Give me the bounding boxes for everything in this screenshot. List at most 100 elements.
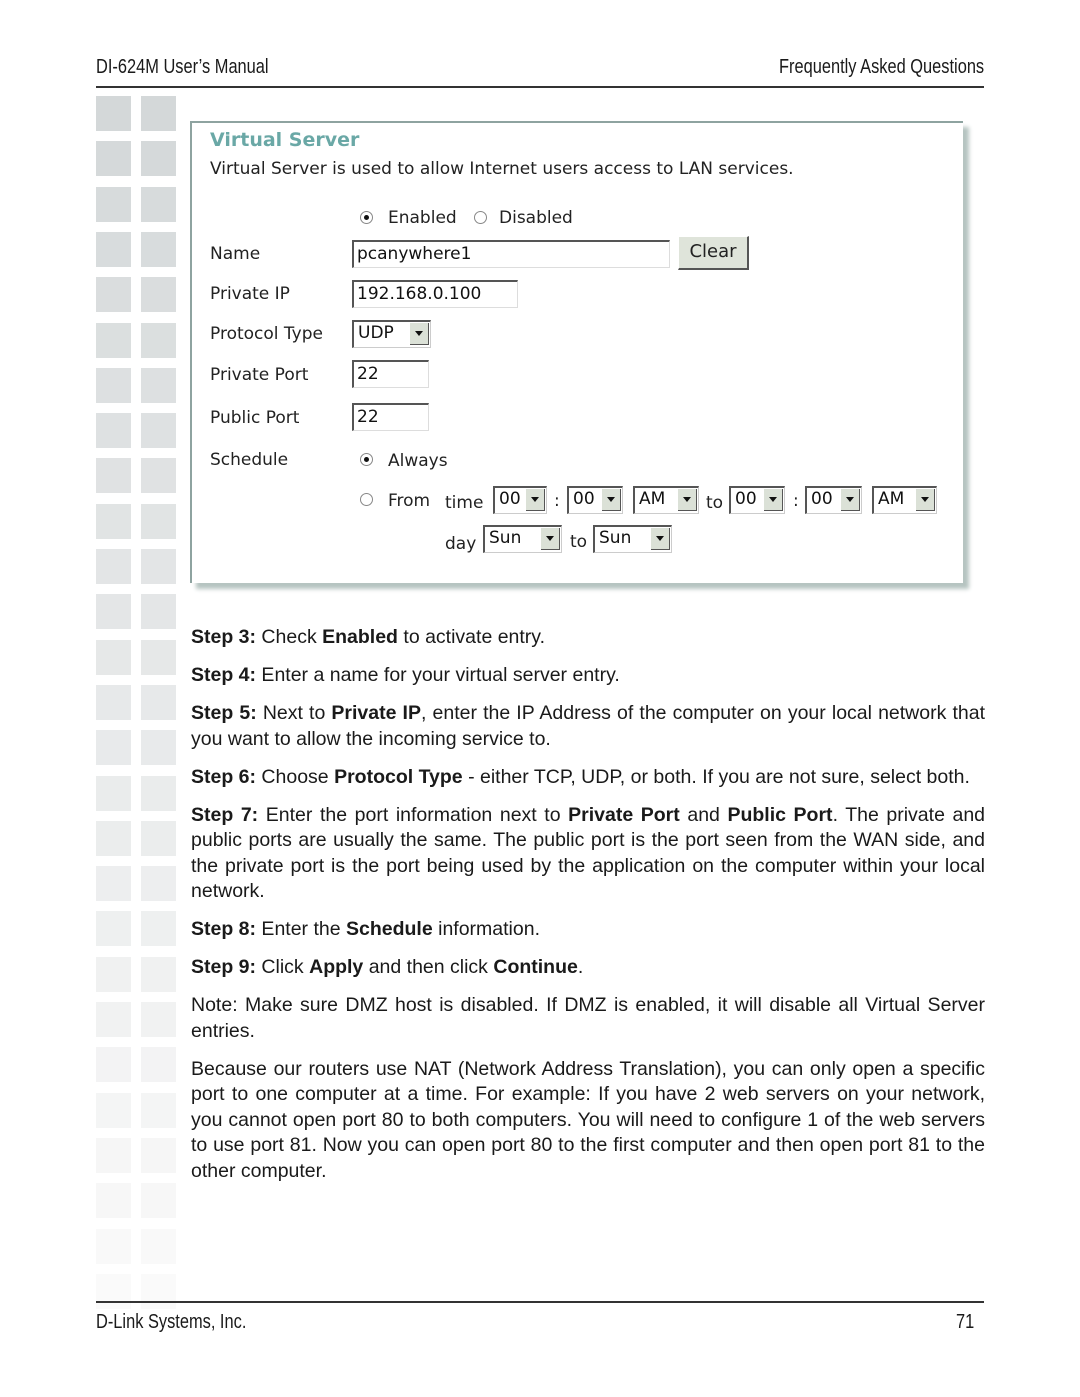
day-to-label: to [570, 532, 588, 552]
panel-description: Virtual Server is used to allow Internet… [210, 159, 794, 179]
virtual-server-panel: Virtual Server Virtual Server is used to… [190, 121, 963, 583]
section-title: Frequently Asked Questions [778, 56, 984, 78]
always-radio[interactable] [360, 453, 373, 466]
dropdown-arrow-icon[interactable] [602, 489, 621, 511]
dropdown-arrow-icon[interactable] [526, 489, 545, 511]
step-text: and [679, 803, 728, 826]
start-day-select[interactable]: Sun [483, 525, 562, 553]
step-text: information. [432, 918, 540, 940]
decorative-square [141, 820, 176, 856]
time-colon-2: : [793, 491, 799, 511]
dropdown-arrow-icon[interactable] [678, 489, 697, 511]
decorative-square [96, 820, 131, 856]
dropdown-arrow-icon[interactable] [651, 528, 670, 550]
decorative-square [96, 866, 131, 902]
protocol-type-label: Protocol Type [210, 324, 323, 344]
end-hour-select[interactable]: 00 [729, 486, 785, 514]
decorative-square [96, 367, 131, 403]
page-header: DI-624M User’s Manual Frequently Asked Q… [96, 56, 984, 88]
decorative-square [96, 1183, 131, 1219]
name-label: Name [210, 244, 261, 264]
decorative-square [141, 1002, 176, 1037]
decorative-square [96, 639, 131, 675]
protocol-type-value: UDP [358, 323, 394, 343]
decorative-square [96, 549, 131, 584]
day-label: day [445, 534, 477, 554]
private-ip-input[interactable]: 192.168.0.100 [352, 280, 518, 308]
step-text: Enter a name for your virtual server ent… [256, 664, 620, 686]
start-minute-value: 00 [573, 489, 595, 509]
decorative-square [141, 96, 176, 131]
step-text: and then click [363, 956, 494, 978]
public-port-input[interactable]: 22 [352, 403, 429, 431]
page-number: 71 [955, 1311, 974, 1333]
end-day-select[interactable]: Sun [593, 525, 672, 553]
company-name: D-Link Systems, Inc. [96, 1311, 247, 1333]
dropdown-arrow-icon[interactable] [410, 323, 429, 345]
dropdown-arrow-icon[interactable] [541, 528, 560, 550]
end-minute-select[interactable]: 00 [805, 486, 862, 514]
step-emphasis: Public Port [727, 803, 833, 826]
step-9: Step 9: Click Apply and then click Conti… [191, 955, 985, 981]
step-text: Enter the [256, 918, 346, 940]
step-4: Step 4: Enter a name for your virtual se… [191, 663, 985, 689]
decorative-square [141, 322, 176, 358]
private-ip-label: Private IP [210, 284, 290, 304]
decorative-square [141, 866, 176, 902]
disabled-radio[interactable] [474, 211, 487, 224]
decorative-square [96, 1002, 131, 1037]
step-text: to activate entry. [397, 626, 546, 648]
step-emphasis: Schedule [345, 918, 433, 940]
private-port-input[interactable]: 22 [352, 360, 429, 388]
dropdown-arrow-icon[interactable] [841, 489, 860, 511]
start-minute-select[interactable]: 00 [567, 486, 623, 514]
decorative-square [96, 141, 131, 177]
decorative-square [96, 684, 131, 720]
step-3: Step 3: Check Enabled to activate entry. [191, 625, 985, 651]
step-text: Click [256, 956, 310, 978]
from-label: From [388, 491, 431, 511]
start-ampm-select[interactable]: AM [633, 486, 699, 514]
instructions: Step 3: Check Enabled to activate entry.… [191, 625, 985, 1184]
step-text: Next to [256, 702, 332, 724]
public-port-label: Public Port [210, 408, 300, 428]
start-hour-select[interactable]: 00 [493, 486, 547, 514]
step-label: Step 8: [191, 918, 257, 940]
decorative-square [141, 594, 176, 630]
start-ampm-value: AM [639, 489, 666, 509]
step-text: Choose [256, 765, 335, 788]
step-label: Step 7: [191, 803, 259, 826]
enabled-radio[interactable] [360, 211, 373, 224]
decorative-square [141, 1047, 176, 1083]
decorative-square [96, 1092, 131, 1128]
decorative-square [96, 277, 131, 313]
step-emphasis: Private IP [331, 702, 421, 724]
dropdown-arrow-icon[interactable] [764, 489, 783, 511]
end-ampm-select[interactable]: AM [872, 486, 937, 514]
decorative-square [96, 322, 131, 358]
nat-paragraph: Because our routers use NAT (Network Add… [191, 1057, 985, 1182]
start-day-value: Sun [489, 528, 522, 548]
step-5: Step 5: Next to Private IP, enter the IP… [191, 701, 985, 752]
decorative-square [141, 413, 176, 449]
schedule-label: Schedule [210, 450, 289, 470]
decorative-square [96, 458, 131, 494]
dmz-note: Note: Make sure DMZ host is disabled. If… [191, 994, 985, 1042]
clear-button[interactable]: Clear [678, 236, 749, 270]
step-label: Step 3: [191, 626, 257, 648]
step-6: Step 6: Choose Protocol Type - either TC… [191, 765, 985, 791]
decorative-square [141, 549, 176, 584]
protocol-type-select[interactable]: UDP [352, 320, 431, 348]
decorative-square [141, 1228, 176, 1264]
decorative-square [141, 231, 176, 267]
decorative-square [141, 956, 176, 992]
decorative-square [141, 639, 176, 675]
enabled-label: Enabled [388, 208, 457, 228]
from-radio[interactable] [360, 493, 373, 506]
step-text: - either TCP, UDP, or both. If you are n… [462, 765, 970, 788]
step-label: Step 6: [191, 765, 257, 788]
dropdown-arrow-icon[interactable] [916, 489, 935, 511]
name-input[interactable]: pcanywhere1 [352, 240, 670, 268]
decorative-square [141, 186, 176, 222]
step-text: Check [256, 626, 323, 648]
